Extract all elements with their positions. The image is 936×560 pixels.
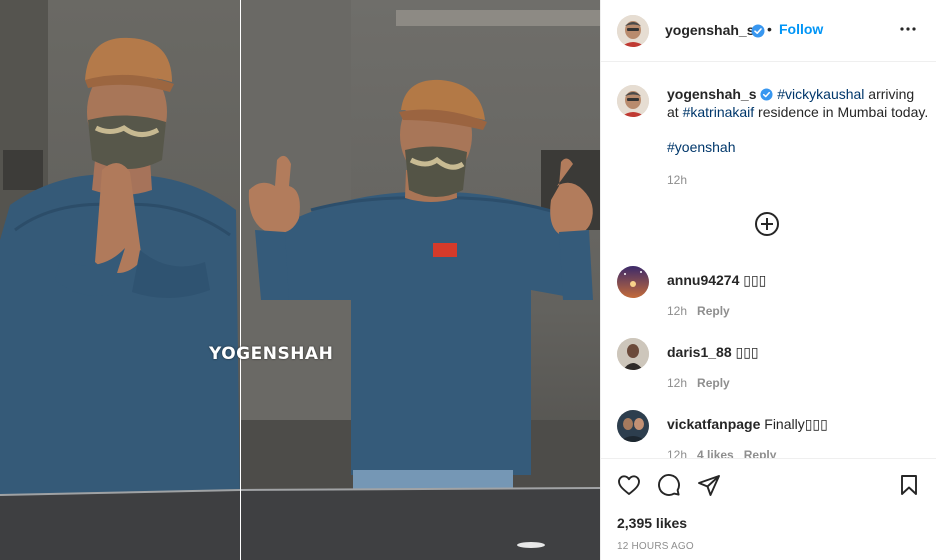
comment-text: vickatfanpage Finally▯▯▯ xyxy=(667,416,828,433)
comment-item: annu94274 ▯▯▯ 12h Reply xyxy=(617,266,927,326)
plus-circle-icon[interactable] xyxy=(754,211,780,237)
comment-meta: 12h Reply xyxy=(667,304,740,318)
photo-divider xyxy=(240,0,241,560)
comment-bubble-icon[interactable] xyxy=(657,473,681,497)
comment-time: 12h xyxy=(667,448,688,458)
commenter-avatar[interactable] xyxy=(617,410,649,442)
comment-time: 12h xyxy=(667,376,688,390)
comment-text: daris1_88 ▯▯▯ xyxy=(667,344,759,361)
photo-left-illustration xyxy=(0,0,240,560)
caption-text: yogenshah_s #vickykaushal arriving at #k… xyxy=(667,85,929,121)
avatar-image xyxy=(617,266,649,298)
photo-right-illustration xyxy=(241,0,600,560)
comment-likes[interactable]: 4 likes xyxy=(697,448,734,458)
comment-username[interactable]: annu94274 xyxy=(667,272,739,288)
comment-body: Finally▯▯▯ xyxy=(760,416,828,432)
caption-text-part2: residence in Mumbai today. xyxy=(754,104,929,120)
caption-tag-katrinakaif[interactable]: #katrinakaif xyxy=(683,104,755,120)
comment-meta: 12h Reply xyxy=(667,376,740,390)
comment-item: vickatfanpage Finally▯▯▯ 12h 4 likes Reply xyxy=(617,410,927,458)
post-side-panel: yogenshah_s • Follow yogenshah_s #vickyk… xyxy=(600,0,936,560)
photo-panel-right xyxy=(241,0,600,560)
post-photo[interactable]: YOGENSHAH xyxy=(0,0,600,560)
avatar-image xyxy=(617,410,649,442)
comment-text: annu94274 ▯▯▯ xyxy=(667,272,766,289)
caption-username[interactable]: yogenshah_s xyxy=(667,86,756,102)
comment-body: ▯▯▯ xyxy=(739,272,767,288)
avatar-image xyxy=(617,338,649,370)
comment-item: daris1_88 ▯▯▯ 12h Reply xyxy=(617,338,927,398)
post-actions: 2,395 likes 12 HOURS AGO xyxy=(601,458,936,560)
comment-body: ▯▯▯ xyxy=(731,344,759,360)
heart-icon[interactable] xyxy=(617,473,641,497)
paper-plane-icon[interactable] xyxy=(697,473,721,497)
caption-hashtag[interactable]: #yoenshah xyxy=(667,139,736,155)
reply-button[interactable]: Reply xyxy=(697,304,730,318)
comment-meta: 12h 4 likes Reply xyxy=(667,448,786,458)
photo-panel-left xyxy=(0,0,240,560)
caption-timestamp: 12h xyxy=(667,173,688,187)
likes-count[interactable]: 2,395 likes xyxy=(617,515,687,531)
author-username[interactable]: yogenshah_s xyxy=(665,22,754,38)
photo-watermark: YOGENSHAH xyxy=(209,344,334,364)
avatar-image xyxy=(617,85,649,117)
post-timestamp: 12 HOURS AGO xyxy=(617,541,694,552)
reply-button[interactable]: Reply xyxy=(697,376,730,390)
comments-section[interactable]: yogenshah_s #vickykaushal arriving at #k… xyxy=(601,63,936,458)
follow-button[interactable]: Follow xyxy=(779,21,823,37)
post-header: yogenshah_s • Follow xyxy=(601,0,936,62)
commenter-avatar[interactable] xyxy=(617,266,649,298)
comment-time: 12h xyxy=(667,304,688,318)
more-options-icon[interactable] xyxy=(900,27,916,31)
commenter-avatar[interactable] xyxy=(617,338,649,370)
caption-tag-vickykaushal[interactable]: #vickykaushal xyxy=(777,86,864,102)
comment-username[interactable]: daris1_88 xyxy=(667,344,732,360)
reply-button[interactable]: Reply xyxy=(744,448,777,458)
caption-author-avatar[interactable] xyxy=(617,85,649,117)
verified-badge-icon xyxy=(760,88,773,101)
author-avatar[interactable] xyxy=(617,15,649,47)
avatar-image xyxy=(617,15,649,47)
verified-badge-icon xyxy=(751,24,765,38)
header-dot: • xyxy=(767,21,772,37)
bookmark-icon[interactable] xyxy=(897,473,921,497)
comment-username[interactable]: vickatfanpage xyxy=(667,416,760,432)
